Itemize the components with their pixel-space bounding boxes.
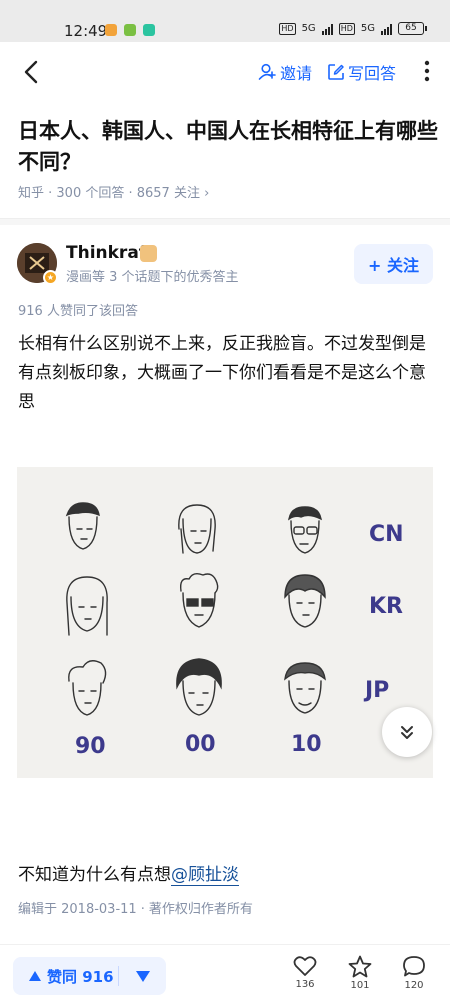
hd-icon: HD: [279, 22, 296, 35]
favorite-button[interactable]: 101: [340, 955, 380, 991]
comment-icon: [403, 956, 425, 977]
row-label: JP: [363, 678, 389, 703]
more-vertical-icon[interactable]: [422, 60, 432, 82]
wechat-icon: [124, 24, 136, 36]
answer-footer-plain: 不知道为什么有点想: [18, 865, 171, 885]
status-right: HD 5G HD 5G 65: [279, 22, 427, 35]
vote-control: 赞同 916: [13, 957, 166, 995]
invite-label: 邀请: [280, 64, 313, 83]
column-label: 90: [75, 734, 106, 759]
face-sketch: [179, 572, 219, 628]
triangle-down-icon: [135, 970, 150, 982]
face-sketch: [68, 660, 107, 716]
favorite-count: 101: [350, 980, 370, 991]
edit-info: 编辑于 2018-03-11 · 著作权归作者所有: [18, 898, 253, 917]
star-icon: [348, 955, 372, 978]
write-answer-label: 写回答: [348, 64, 397, 83]
edited-date: 编辑于 2018-03-11: [18, 902, 137, 917]
section-divider: [0, 218, 450, 225]
comment-button[interactable]: 120: [394, 955, 434, 991]
add-user-icon: [258, 63, 276, 80]
answer-image[interactable]: CN KR JP 90 00 10: [17, 467, 433, 778]
battery-icon: 65: [398, 22, 427, 35]
excellent-author-badge-icon: [140, 245, 157, 262]
hairstyle-sketch: CN KR JP 90 00 10: [65, 502, 404, 759]
like-button[interactable]: 136: [285, 955, 325, 990]
row-label: CN: [369, 522, 404, 547]
heart-icon: [293, 956, 317, 976]
edit-icon: [328, 64, 344, 80]
signal-icon: [381, 23, 392, 35]
signal-icon: [321, 23, 333, 35]
network-label-1: 5G: [301, 23, 316, 34]
app-icon: [143, 24, 155, 36]
expand-button[interactable]: [382, 707, 432, 757]
triangle-up-icon: [29, 971, 41, 981]
write-answer-button[interactable]: 写回答: [327, 60, 396, 84]
status-time: 12:49: [64, 22, 108, 40]
column-label: 00: [185, 732, 216, 757]
like-count: 136: [295, 979, 315, 990]
question-title[interactable]: 日本人、韩国人、中国人在长相特征上有哪些不同？: [18, 116, 438, 178]
bottom-bar: 赞同 916 136 101 120: [0, 944, 450, 1000]
network-label-2: 5G: [360, 23, 375, 34]
row-label: KR: [369, 594, 403, 619]
answer-text: 长相有什么区别说不上来，反正我脸盲。不过发型倒是有点刻板印象，大概画了一下你们看…: [18, 334, 426, 412]
back-arrow-icon[interactable]: [18, 58, 46, 86]
notification-icon: [105, 24, 117, 36]
expand-double-chevron-icon: [401, 726, 413, 739]
face-sketch: [65, 502, 100, 550]
downvote-button[interactable]: [119, 970, 166, 982]
face-sketch: [178, 504, 216, 554]
column-label: 10: [291, 732, 322, 757]
copyright-notice: 著作权归作者所有: [148, 902, 253, 917]
top-nav: 邀请 写回答: [0, 42, 450, 102]
likes-line: 916 人赞同了该回答: [18, 304, 138, 319]
face-sketch: [66, 576, 108, 636]
status-bar: 12:49 HD 5G HD 5G 65: [0, 0, 450, 42]
verified-badge-icon: ★: [43, 270, 58, 285]
upvote-button[interactable]: 赞同 916: [13, 966, 118, 987]
face-sketch: [288, 506, 322, 554]
face-sketch: [176, 658, 222, 716]
face-sketch: [284, 574, 326, 628]
comment-count: 120: [404, 980, 424, 991]
hd-icon: HD: [338, 22, 355, 35]
separator-dot: ·: [140, 902, 145, 917]
author-description: 漫画等 3 个话题下的优秀答主: [66, 270, 239, 285]
upvote-label: 赞同 916: [47, 967, 114, 986]
answer-footer-text: 不知道为什么有点想@顾扯淡: [18, 860, 239, 886]
question-meta[interactable]: 知乎 · 300 个回答 · 8657 关注 ›: [18, 182, 209, 201]
face-sketch: [284, 662, 326, 714]
mention-link[interactable]: @顾扯淡: [171, 865, 239, 886]
invite-button[interactable]: 邀请: [257, 60, 312, 84]
follow-button[interactable]: + 关注: [354, 244, 433, 284]
